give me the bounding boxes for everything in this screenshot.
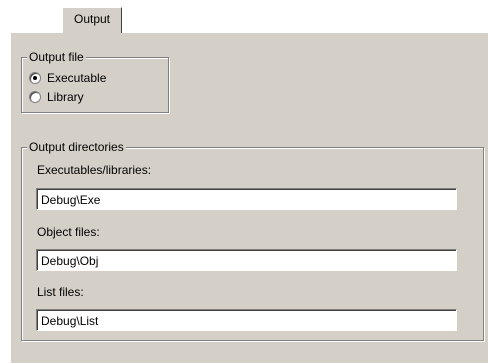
executable-radio-button[interactable]: [29, 72, 41, 84]
radio-selected-dot-icon: [33, 76, 37, 80]
object-files-field[interactable]: Debug\Obj: [36, 249, 457, 271]
tab-output-label: Output: [73, 12, 111, 26]
tab-output[interactable]: Output: [62, 7, 122, 33]
object-files-label: Object files:: [37, 225, 100, 239]
executables-libraries-label: Executables/libraries:: [37, 163, 152, 177]
library-radio-button[interactable]: [29, 91, 41, 103]
output-tab-panel: Output file Executable Library Output di…: [10, 32, 488, 363]
output-file-group: Output file Executable Library: [21, 49, 169, 113]
library-radio-label: Library: [47, 90, 84, 104]
executables-libraries-field[interactable]: Debug\Exe: [36, 188, 457, 210]
list-files-label: List files:: [37, 285, 84, 299]
list-files-field[interactable]: Debug\List: [36, 309, 457, 331]
output-directories-group-title: Output directories: [27, 139, 126, 155]
output-file-group-title: Output file: [27, 49, 86, 65]
executable-radio-label: Executable: [47, 71, 107, 85]
output-directories-group: Output directories Executables/libraries…: [21, 139, 484, 341]
